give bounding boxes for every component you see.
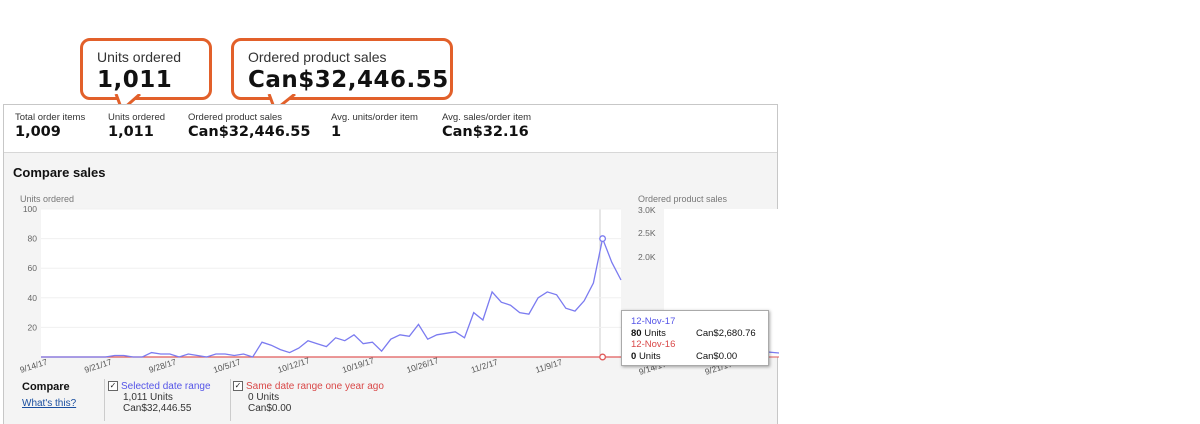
metric-ordered-product-sales: Ordered product sales Can$32,446.55: [188, 112, 310, 140]
legend-selected-checkbox-row[interactable]: ✓ Selected date range: [108, 381, 211, 392]
metric-label: Units ordered: [108, 112, 166, 123]
metric-units-ordered: Units ordered 1,011: [108, 112, 165, 140]
metric-value: 1,011: [108, 124, 154, 140]
whats-this-link[interactable]: What's this?: [22, 398, 102, 409]
callout-label: Ordered product sales: [248, 49, 387, 65]
tooltip-units-value: 0: [631, 351, 637, 362]
sales-axis-label: Ordered product sales: [638, 194, 728, 204]
units-highlight-point: [599, 235, 607, 243]
metric-value: Can$32,446.55: [188, 124, 311, 140]
callout-value: 1,011: [97, 67, 173, 93]
legend-last-year-units: 0 Units: [248, 392, 280, 403]
metric-total-order-items: Total order items 1,009: [15, 112, 85, 140]
units-ordered-callout: Units ordered 1,011: [80, 38, 212, 100]
units-x-tick: 11/2/17: [470, 357, 500, 375]
tooltip-units-word: Units: [638, 351, 661, 362]
legend-selected-units: 1,011 Units: [123, 392, 173, 403]
legend-selected-sales: Can$32,446.55: [123, 403, 192, 414]
units-x-tick: 10/12/17: [276, 355, 311, 375]
units-y-tick: 80: [28, 234, 38, 244]
units-y-tick: 100: [23, 204, 37, 214]
legend-last-year-sales: Can$0.00: [248, 403, 292, 414]
metric-avg-units-per-order-item: Avg. units/order item 1: [331, 112, 418, 140]
metric-label: Avg. sales/order item: [442, 112, 532, 123]
callout-value: Can$32,446.55: [248, 67, 449, 93]
compare-sales-section: Compare sales Units ordered 20 40 60 80 100 …: [4, 153, 779, 424]
metric-label: Avg. units/order item: [331, 112, 418, 123]
tooltip-date-current: 12-Nov-17: [631, 316, 676, 327]
legend-divider: [104, 379, 105, 421]
units-x-tick: 10/5/17: [212, 357, 242, 375]
legend-selected-range: ✓ Selected date range 1,011 Units Can$32,…: [108, 381, 211, 414]
tooltip-units-value: 80: [631, 328, 642, 339]
sales-dashboard-panel: Total order items 1,009 Units ordered 1,…: [3, 104, 779, 424]
legend-divider: [230, 379, 231, 421]
metric-value: Can$32.16: [442, 124, 529, 140]
checkbox-checked-icon[interactable]: ✓: [108, 381, 118, 392]
legend-last-year-label: Same date range one year ago: [246, 381, 384, 392]
units-y-tick: 60: [28, 263, 38, 273]
units-axis-label: Units ordered: [20, 194, 74, 204]
units-last-year-highlight-point: [599, 353, 607, 361]
tooltip-sales-current: Can$2,680.76: [696, 328, 756, 339]
units-y-tick: 20: [28, 322, 38, 332]
tooltip-sales-last-year: Can$0.00: [696, 351, 738, 362]
metric-avg-sales-per-order-item: Avg. sales/order item Can$32.16: [442, 112, 531, 140]
units-x-tick: 9/28/17: [147, 357, 177, 375]
tooltip-units-last-year: 0 Units: [631, 351, 661, 362]
tooltip-units-word: Units: [644, 328, 666, 339]
tooltip-units-current: 80 Units: [631, 328, 666, 339]
tooltip-date-last-year: 12-Nov-16: [631, 339, 676, 350]
chart-tooltip: 12-Nov-17 80 Units Can$2,680.76 12-Nov-1…: [621, 310, 769, 366]
sales-y-tick: 3.0K: [638, 205, 656, 215]
legend-last-year: ✓ Same date range one year ago 0 Units Ca…: [233, 381, 384, 414]
checkbox-checked-icon[interactable]: ✓: [233, 381, 243, 392]
units-x-tick: 10/19/17: [341, 355, 376, 375]
metric-label: Ordered product sales: [188, 112, 282, 123]
units-x-tick: 9/21/17: [83, 357, 113, 375]
sales-y-tick: 2.5K: [638, 228, 656, 238]
compare-label: Compare: [22, 381, 70, 393]
units-x-tick: 11/9/17: [534, 357, 564, 375]
legend-selected-label: Selected date range: [121, 381, 211, 392]
units-plot-area: [41, 209, 621, 357]
compare-legend: Compare What's this?: [22, 381, 102, 409]
metric-value: 1: [331, 124, 342, 140]
metric-value: 1,009: [15, 124, 61, 140]
ordered-sales-callout: Ordered product sales Can$32,446.55: [231, 38, 453, 100]
metric-label: Total order items: [15, 112, 86, 123]
units-y-tick: 40: [28, 293, 38, 303]
units-x-tick: 10/26/17: [405, 355, 440, 375]
units-x-tick: 9/14/17: [19, 357, 49, 375]
callout-label: Units ordered: [97, 49, 182, 65]
sales-y-tick: 2.0K: [638, 252, 656, 262]
legend-last-year-checkbox-row[interactable]: ✓ Same date range one year ago: [233, 381, 384, 392]
units-ordered-chart: Units ordered 20 40 60 80 100 9/14/17 9/21/17…: [19, 194, 622, 375]
